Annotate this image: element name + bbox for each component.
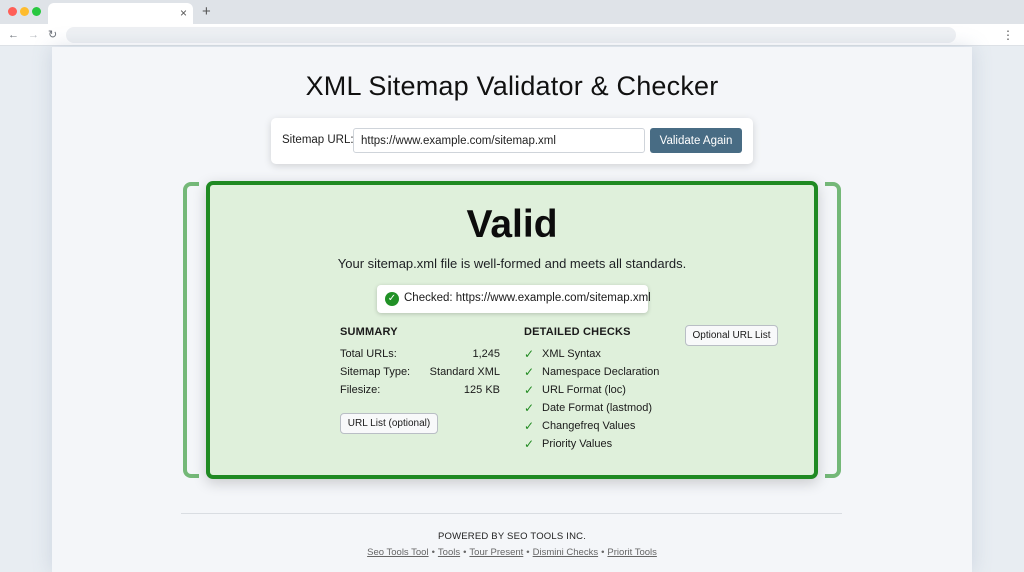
check-circle-icon: ✓ [385, 292, 399, 306]
summary-value: Standard XML [429, 366, 500, 378]
forward-arrow-icon[interactable]: → [28, 27, 39, 43]
summary-label: Total URLs: [340, 348, 397, 360]
powered-suffix: INC. [563, 531, 587, 542]
checked-url-text: Checked: https://www.example.com/sitemap… [404, 292, 651, 304]
footer-link[interactable]: Tour Present [469, 547, 523, 558]
sitemap-form: Sitemap URL: Validate Again [271, 118, 753, 164]
powered-brand: SEO TOOLS [507, 531, 564, 542]
summary-value: 125 KB [463, 384, 500, 396]
browser-tab[interactable]: × [48, 3, 193, 24]
summary-value: 1,245 [472, 348, 500, 360]
url-list-button[interactable]: URL List (optional) [340, 413, 438, 434]
right-bracket-decoration [825, 182, 841, 478]
checked-url-badge: ✓ Checked: https://www.example.com/sitem… [377, 285, 651, 313]
validation-result-card: Valid Your sitemap.xml file is well-form… [206, 181, 818, 479]
address-bar[interactable] [66, 27, 956, 43]
page-container: XML Sitemap Validator & Checker Sitemap … [52, 47, 972, 572]
footer-link[interactable]: Tools [438, 547, 460, 558]
check-item-label: XML Syntax [542, 348, 601, 360]
footer-links: Seo Tools Tool • Tools • Tour Present • Dismin… [52, 547, 972, 558]
sitemap-url-input[interactable] [353, 128, 645, 153]
checkmark-icon: ✓ [524, 383, 535, 397]
footer-divider [181, 513, 842, 514]
footer-separator: • [526, 547, 530, 558]
check-item-label: URL Format (loc) [542, 384, 626, 396]
check-item-label: Priority Values [542, 438, 613, 450]
checkmark-icon: ✓ [524, 437, 535, 451]
page-title: XML Sitemap Validator & Checker [305, 71, 719, 101]
check-item-label: Changefreq Values [542, 420, 636, 432]
browser-menu-icon[interactable]: ⋮ [1002, 27, 1014, 43]
summary-label: Filesize: [340, 384, 381, 396]
validation-message: Your sitemap.xml file is well-formed and… [337, 256, 687, 271]
window-minimize-dot[interactable] [20, 7, 29, 16]
footer-separator: • [431, 547, 435, 558]
tab-close-icon[interactable]: × [180, 5, 187, 21]
left-bracket-decoration [183, 182, 199, 478]
checkmark-icon: ✓ [524, 401, 535, 415]
detailed-checks-heading: DETAILED CHECKS [524, 326, 631, 338]
checkmark-icon: ✓ [524, 347, 535, 361]
check-item-label: Namespace Declaration [542, 366, 660, 378]
browser-tab-bar: × + [0, 0, 1024, 24]
reload-icon[interactable]: ↻ [48, 27, 57, 43]
browser-toolbar: ← → ↻ ⋮ [0, 24, 1024, 46]
summary-label: Sitemap Type: [340, 366, 411, 378]
checkmark-icon: ✓ [524, 419, 535, 433]
validation-status: Valid [466, 203, 558, 246]
window-maximize-dot[interactable] [32, 7, 41, 16]
footer-separator: • [601, 547, 605, 558]
powered-by-text: POWERED BY SEO TOOLS INC. [52, 531, 972, 542]
powered-prefix: POWERED BY [437, 531, 508, 542]
summary-heading: SUMMARY [340, 326, 398, 338]
footer-separator: • [463, 547, 467, 558]
sitemap-url-label: Sitemap URL: [282, 134, 354, 146]
validate-again-button[interactable]: Validate Again [650, 128, 742, 153]
optional-url-list-button[interactable]: Optional URL List [685, 325, 778, 346]
checkmark-icon: ✓ [524, 365, 535, 379]
window-close-dot[interactable] [8, 7, 17, 16]
new-tab-icon[interactable]: + [202, 3, 211, 21]
back-arrow-icon[interactable]: ← [8, 27, 19, 43]
footer-link[interactable]: Priorit Tools [607, 547, 656, 558]
check-item-label: Date Format (lastmod) [542, 402, 653, 414]
footer-link[interactable]: Seo Tools Tool [367, 547, 428, 558]
footer-link[interactable]: Dismini Checks [533, 547, 598, 558]
